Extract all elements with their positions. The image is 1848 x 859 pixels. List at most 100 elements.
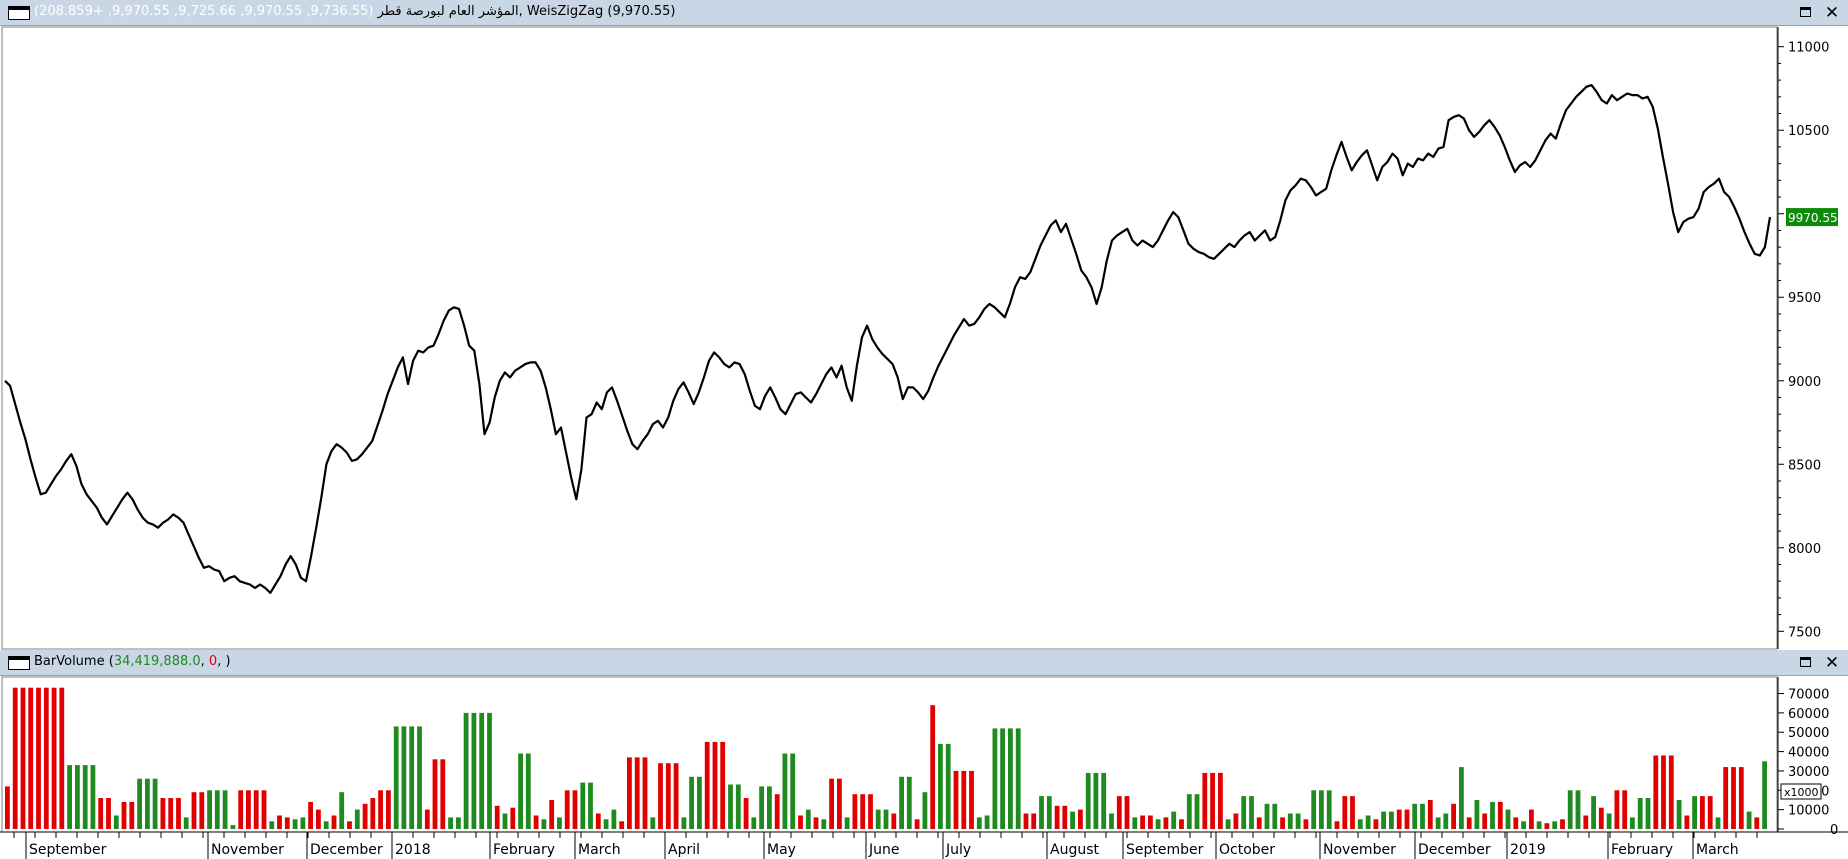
volume-bar — [1762, 761, 1767, 829]
volume-axis: 700006000050000400003000020000100000 — [1778, 688, 1838, 838]
volume-bar — [1311, 790, 1317, 829]
volume-bar — [1443, 813, 1449, 829]
volume-bar — [1015, 728, 1021, 829]
volume-bar — [362, 803, 368, 829]
volume-bar — [1420, 803, 1425, 829]
volume-bar — [67, 765, 72, 829]
volume-bar — [417, 726, 422, 829]
volume-bar — [611, 809, 617, 829]
volume-bar — [331, 815, 337, 829]
volume-bar — [837, 778, 842, 829]
volume-bar — [1715, 817, 1721, 829]
volume-bar — [1179, 819, 1184, 829]
volume-bar — [1287, 813, 1293, 829]
volume-bar — [1000, 728, 1005, 829]
volume-tick-label: 30000 — [1788, 765, 1829, 780]
volume-bar — [12, 687, 18, 829]
volume-bar — [1396, 809, 1402, 829]
volume-bar — [813, 817, 819, 829]
volume-bar — [1039, 796, 1044, 829]
volume-bar — [424, 809, 430, 829]
price-tick-label: 9000 — [1788, 375, 1821, 390]
volume-bar — [1513, 817, 1519, 829]
volume-bar — [1272, 803, 1278, 829]
volume-bar — [634, 757, 640, 829]
volume-bar — [564, 790, 570, 829]
volume-bar — [1754, 817, 1760, 829]
volume-bar — [207, 790, 212, 829]
volume-bar — [214, 790, 220, 829]
volume-bar — [1078, 809, 1083, 829]
chart-canvas[interactable]: 11000 10500 10000 9500 9000 8500 8000 7500 7000… — [0, 0, 1848, 859]
volume-bar — [494, 805, 500, 829]
price-plot-frame — [1, 26, 1778, 650]
volume-bar — [246, 790, 251, 829]
volume-bar — [222, 790, 228, 829]
price-tick-label: 7500 — [1788, 625, 1821, 640]
volume-bar — [1474, 800, 1480, 829]
volume-bar — [938, 743, 943, 829]
volume-bar — [300, 817, 306, 829]
volume-bar — [176, 798, 181, 829]
chart-frames — [0, 26, 1848, 833]
volume-bar — [121, 801, 127, 829]
volume-bar — [790, 753, 796, 829]
volume-bar — [43, 687, 49, 829]
month-label: 2019 — [1510, 842, 1546, 858]
month-label: June — [868, 842, 900, 858]
volume-bar — [899, 776, 904, 829]
volume-bar — [339, 792, 345, 829]
volume-bar — [463, 712, 469, 829]
volume-bar — [1544, 823, 1550, 829]
volume-bar — [774, 794, 780, 829]
volume-bar — [1264, 803, 1270, 829]
volume-bar — [191, 792, 197, 829]
last-value-label: 9970.55 — [1788, 211, 1838, 225]
volume-bar — [1210, 772, 1215, 829]
volume-bar — [199, 792, 205, 829]
volume-bar — [805, 809, 811, 829]
volume-bar — [650, 817, 656, 829]
volume-bar — [1692, 796, 1697, 829]
volume-bar — [1746, 811, 1752, 829]
volume-bar — [308, 801, 313, 829]
volume-bar — [1350, 796, 1355, 829]
volume-bar — [183, 817, 189, 829]
volume-bar — [160, 798, 166, 829]
volume-bar — [386, 790, 391, 829]
volume-bar — [844, 817, 850, 829]
volume-bar — [1085, 772, 1091, 829]
volume-bar — [1645, 798, 1651, 829]
volume-bar — [1280, 817, 1285, 829]
volume-bar — [1303, 819, 1309, 829]
volume-bar — [704, 741, 710, 829]
volume-bar — [1357, 819, 1363, 829]
volume-bar — [1171, 811, 1177, 829]
volume-bar — [860, 794, 866, 829]
volume-bar — [1738, 767, 1744, 829]
date-axis: September November December 2018 February Mar… — [13, 832, 1758, 859]
volume-multiplier-label: x1000 — [1784, 786, 1819, 799]
volume-bar — [1326, 790, 1332, 829]
volume-bar — [36, 687, 41, 829]
volume-bar — [945, 743, 951, 829]
volume-bar — [518, 753, 523, 829]
volume-bar — [98, 798, 104, 829]
volume-bar — [1256, 817, 1262, 829]
month-label: February — [493, 842, 555, 858]
volume-bar — [588, 782, 593, 829]
volume-bar — [1046, 796, 1052, 829]
volume-bar — [1155, 819, 1161, 829]
volume-bar — [269, 821, 275, 829]
volume-bar — [1653, 755, 1659, 829]
volume-bar — [681, 817, 687, 829]
volume-bar — [557, 817, 562, 829]
volume-bar — [572, 790, 578, 829]
volume-bar — [1319, 790, 1324, 829]
volume-bar — [323, 821, 329, 829]
volume-bar — [1505, 809, 1511, 829]
volume-bar — [1412, 803, 1418, 829]
volume-multiplier: x1000 — [1780, 783, 1822, 800]
volume-bar — [1062, 805, 1068, 829]
month-label: April — [668, 842, 700, 858]
